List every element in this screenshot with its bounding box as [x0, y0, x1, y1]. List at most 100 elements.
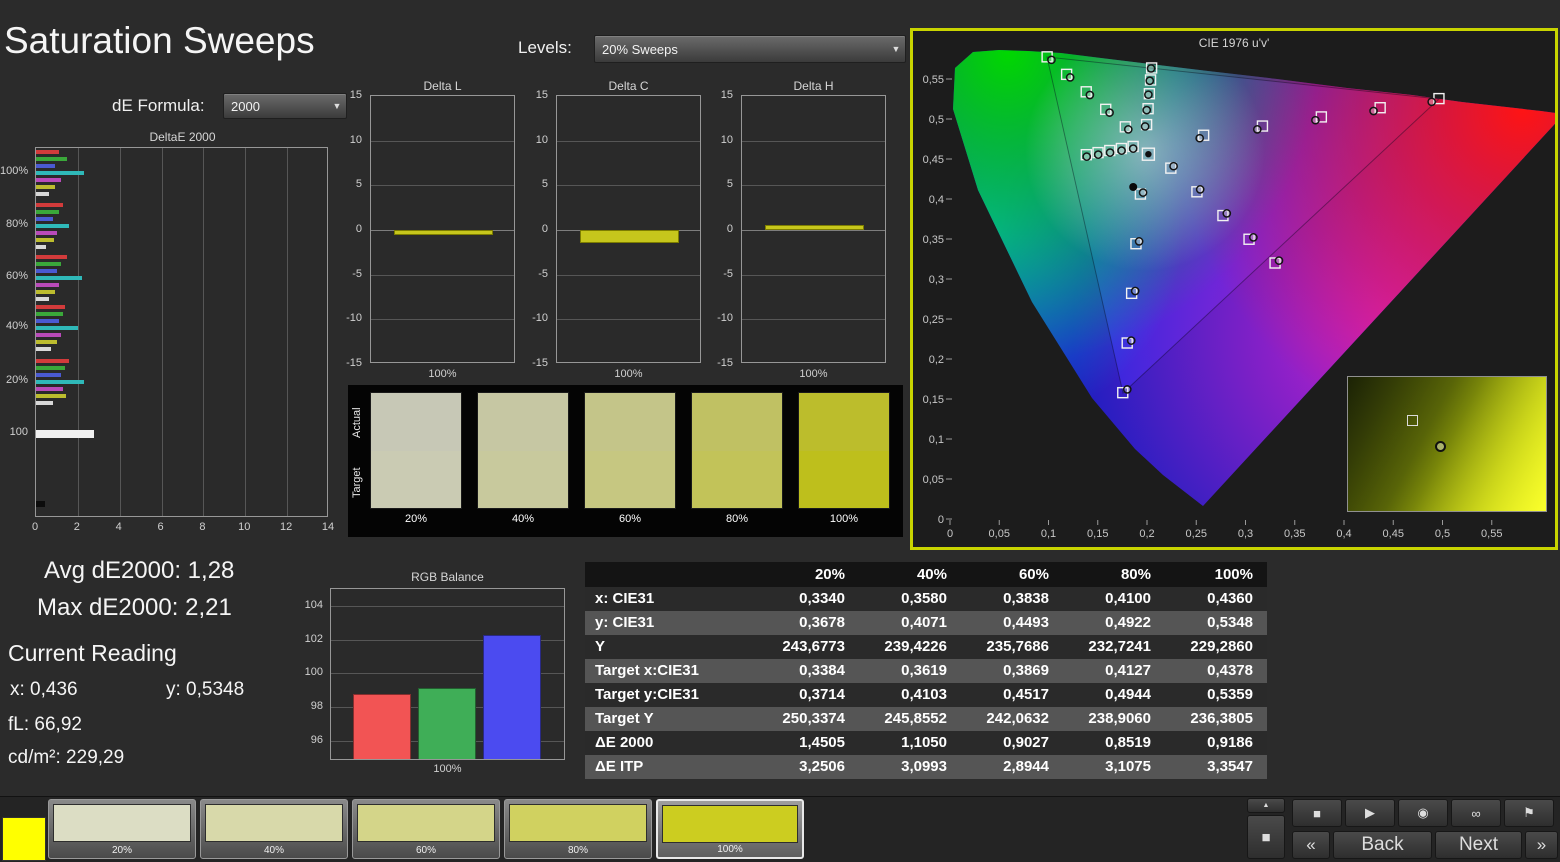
table-cell: 0,9186: [1165, 731, 1267, 755]
deltae-chart[interactable]: [35, 147, 328, 517]
pattern-window-button[interactable]: ■: [1247, 815, 1285, 859]
measurement-marker: [1095, 151, 1102, 158]
measurement-marker: [1118, 147, 1125, 154]
pattern-label: 20%: [49, 845, 195, 856]
swatch-label: 100%: [798, 513, 890, 525]
x-axis-label: 14: [316, 521, 340, 533]
rgb-balance-x-label: 100%: [330, 763, 565, 775]
target-swatch: [692, 451, 782, 509]
target-label: Target: [351, 457, 365, 509]
table-cell: 0,5359: [1165, 683, 1267, 707]
swatch-label: 80%: [691, 513, 783, 525]
pattern-label: 60%: [353, 845, 499, 856]
de-formula-dropdown[interactable]: 2000 ▼: [223, 93, 347, 119]
measurement-marker: [1370, 107, 1377, 114]
actual-target-swatch-strip: Actual Target 20%40%60%80%100%: [348, 385, 903, 537]
reference-dot: [1129, 183, 1137, 191]
chevron-double-right-icon: »: [1537, 835, 1546, 855]
cie-zoom-inset: [1347, 376, 1547, 512]
pattern-tile-40%[interactable]: 40%: [200, 799, 348, 859]
de-bar: [36, 150, 59, 154]
pattern-label: 40%: [201, 845, 347, 856]
panel-up-button[interactable]: ▲: [1247, 798, 1285, 813]
y-axis-label: 102: [305, 633, 323, 645]
actual-target-swatch: [477, 392, 569, 509]
back-button[interactable]: Back: [1333, 831, 1432, 859]
cie-tick-label: 0,35: [1284, 528, 1305, 540]
delta-h-y-axis: 151050-5-10-15: [708, 95, 737, 363]
table-cell: 0,4103: [859, 683, 961, 707]
active-pattern-swatch: [2, 817, 46, 861]
target-swatch: [585, 451, 675, 509]
delta-c-chart[interactable]: [556, 95, 701, 363]
cie-tick-label: 0,05: [989, 528, 1010, 540]
y-axis-label: 5: [356, 178, 362, 190]
y-axis-label: 80%: [0, 218, 28, 230]
continuous-button[interactable]: ∞: [1451, 799, 1501, 827]
cie-tick-label: 0,2: [1139, 528, 1154, 540]
cie-tick-label: 0,55: [1481, 528, 1502, 540]
y-axis-label: 0: [542, 223, 548, 235]
pattern-tile-100%[interactable]: 100%: [656, 799, 804, 859]
current-reading-heading: Current Reading: [8, 640, 177, 667]
deltae-x-axis: 02468101214: [35, 521, 328, 535]
measurement-marker: [1223, 210, 1230, 217]
next-chevron-button[interactable]: »: [1525, 831, 1558, 859]
gridline: [78, 148, 79, 516]
levels-dropdown[interactable]: 20% Sweeps ▼: [594, 35, 906, 63]
delta-h-title: Delta H: [741, 79, 886, 93]
measurement-marker: [1136, 238, 1143, 245]
delta-h-chart[interactable]: [741, 95, 886, 363]
delta-l-y-axis: 151050-5-10-15: [337, 95, 366, 363]
de-bar: [36, 366, 65, 370]
table-cell: 243,6773: [757, 635, 859, 659]
de-bar: [36, 171, 84, 175]
back-chevron-button[interactable]: «: [1292, 831, 1330, 859]
play-button[interactable]: ▶: [1345, 799, 1395, 827]
rgb-bar-green: [418, 688, 476, 760]
row-label: Target y:CIE31: [585, 683, 757, 707]
measurement-marker: [1312, 117, 1319, 124]
cie-tick-label: 0,3: [929, 274, 944, 286]
flag-icon: ⚑: [1523, 805, 1535, 821]
table-cell: 235,7686: [961, 635, 1063, 659]
table-row: Target Y250,3374245,8552242,0632238,9060…: [585, 707, 1267, 731]
delta-l-chart[interactable]: [370, 95, 515, 363]
pattern-color: [509, 804, 647, 842]
table-cell: 0,4517: [961, 683, 1063, 707]
gridline: [371, 185, 514, 186]
stop-button[interactable]: ■: [1292, 799, 1342, 827]
table-cell: 0,9027: [961, 731, 1063, 755]
gridline: [371, 319, 514, 320]
y-axis-label: -10: [346, 312, 362, 324]
next-button[interactable]: Next: [1435, 831, 1522, 859]
y-axis-label: 98: [311, 700, 323, 712]
rgb-balance-chart[interactable]: [330, 588, 565, 760]
record-button[interactable]: ◉: [1398, 799, 1448, 827]
table-cell: 236,3805: [1165, 707, 1267, 731]
rgb-balance-title: RGB Balance: [330, 570, 565, 584]
target-swatch: [371, 451, 461, 509]
x-axis-label: 12: [274, 521, 298, 533]
table-cell: 0,4360: [1165, 587, 1267, 611]
measurement-marker: [1124, 386, 1131, 393]
pattern-tile-80%[interactable]: 80%: [504, 799, 652, 859]
delta-l-x-label: 100%: [370, 368, 515, 380]
table-cell: 0,4127: [1063, 659, 1165, 683]
table-row: ΔE ITP3,25063,09932,89443,10753,3547: [585, 755, 1267, 779]
pattern-tile-20%[interactable]: 20%: [48, 799, 196, 859]
measurement-marker: [1139, 189, 1146, 196]
de-bar: [36, 312, 63, 316]
measurement-marker: [1145, 91, 1152, 98]
pattern-tile-60%[interactable]: 60%: [352, 799, 500, 859]
measurement-marker: [1170, 163, 1177, 170]
table-row: y: CIE310,36780,40710,44930,49220,5348: [585, 611, 1267, 635]
table-cell: 3,0993: [859, 755, 961, 779]
gridline: [557, 141, 700, 142]
cie-tick-label: 0,15: [1087, 528, 1108, 540]
de-bar: [36, 157, 67, 161]
de-bar: [36, 340, 57, 344]
cie-chart-panel[interactable]: CIE 1976 u'v' 000,050,050,10,10,150,150,…: [910, 28, 1558, 550]
flag-button[interactable]: ⚑: [1504, 799, 1554, 827]
gridline: [371, 141, 514, 142]
